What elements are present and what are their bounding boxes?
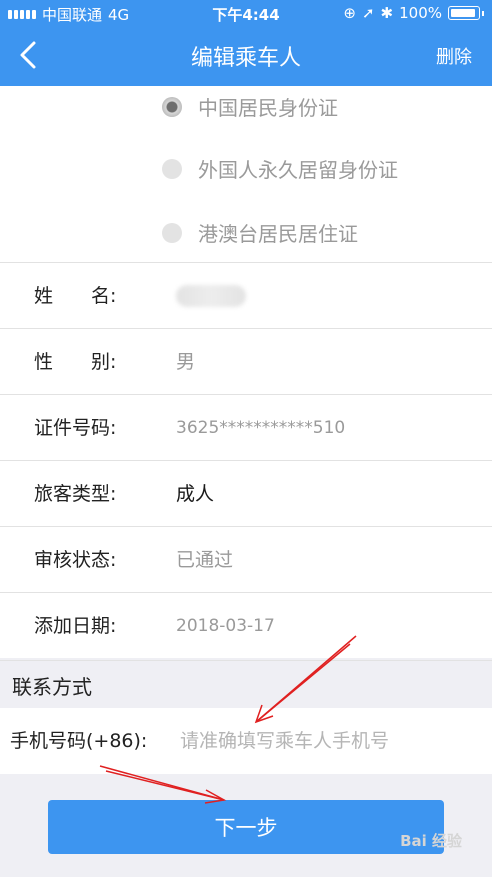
bluetooth-icon: ✱: [380, 4, 394, 22]
id-type-option-hmt[interactable]: 港澳台居民居住证: [162, 218, 358, 247]
id-type-label: 港澳台居民居住证: [198, 222, 358, 246]
location-icon: ➚: [361, 4, 375, 22]
name-label: 姓 名:: [34, 285, 117, 307]
page-title: 编辑乘车人: [190, 46, 301, 71]
delete-button[interactable]: 删除: [436, 43, 472, 69]
id-type-label: 中国居民身份证: [198, 96, 338, 120]
rotation-lock-icon: ⊕: [343, 4, 356, 22]
add-date-row: 添加日期: 2018-03-17: [0, 592, 492, 658]
review-status-row: 审核状态: 已通过: [0, 526, 492, 592]
radio-unchecked-icon: [162, 222, 182, 243]
passenger-type-row[interactable]: 旅客类型: 成人: [0, 460, 492, 526]
review-status-value: 已通过: [176, 549, 234, 571]
review-status-label: 审核状态:: [34, 549, 117, 571]
gender-label: 性 别:: [34, 351, 117, 373]
phone-row: 手机号码(+86):: [0, 708, 492, 774]
name-row: 姓 名:: [0, 262, 492, 328]
radio-checked-icon: [162, 96, 182, 117]
id-number-label: 证件号码:: [34, 417, 117, 439]
id-type-option-resident[interactable]: 中国居民身份证: [162, 92, 338, 121]
contact-section-header: 联系方式: [0, 660, 492, 708]
phone-input[interactable]: [172, 722, 488, 760]
id-type-selector: 中国居民身份证 外国人永久居留身份证 港澳台居民居住证: [0, 86, 492, 262]
gender-value: 男: [176, 351, 196, 373]
passenger-type-value[interactable]: 成人: [176, 461, 214, 527]
battery-icon: [448, 6, 480, 20]
add-date-value: 2018-03-17: [176, 616, 275, 636]
id-type-option-foreigner[interactable]: 外国人永久居留身份证: [162, 154, 398, 183]
baidu-jingyan-watermark: Bai 经验: [400, 832, 462, 850]
phone-label: 手机号码(+86):: [10, 730, 148, 752]
radio-unchecked-icon: [162, 158, 182, 179]
name-value-blurred[interactable]: [176, 263, 246, 329]
id-number-row: 证件号码: 3625***********510: [0, 394, 492, 460]
battery-percent: 100%: [399, 4, 442, 22]
contact-section-title: 联系方式: [12, 675, 92, 699]
status-bar: 中国联通 4G 下午4:44 ⊕ ➚ ✱ 100%: [0, 0, 492, 26]
passenger-type-label: 旅客类型:: [34, 483, 117, 505]
id-type-label: 外国人永久居留身份证: [198, 158, 398, 182]
next-step-button[interactable]: 下一步: [48, 800, 444, 854]
passenger-info: 姓 名: 性 别: 男 证件号码: 3625***********510 旅客类…: [0, 262, 492, 658]
add-date-label: 添加日期:: [34, 615, 117, 637]
id-number-value: 3625***********510: [176, 418, 346, 438]
top-bar: 中国联通 4G 下午4:44 ⊕ ➚ ✱ 100% 编辑乘车人 删除: [0, 0, 492, 86]
gender-row: 性 别: 男: [0, 328, 492, 394]
